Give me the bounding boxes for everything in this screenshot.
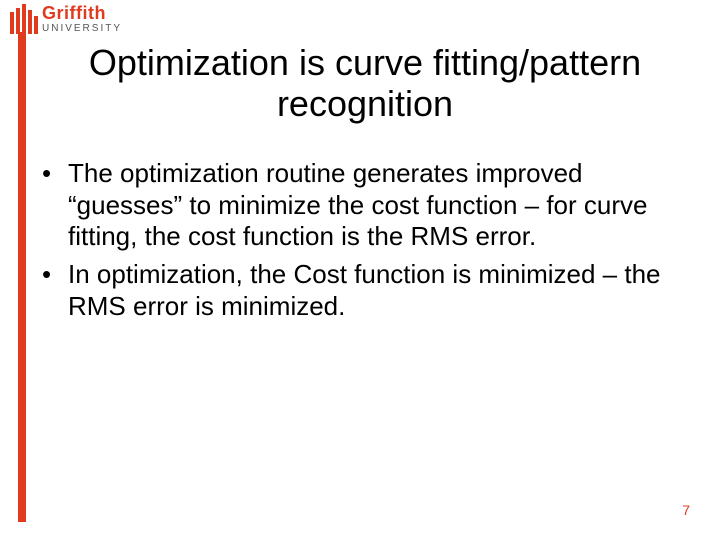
logo-text: Griffith UNIVERSITY [42,4,122,34]
logo-mark-icon [10,4,38,39]
bullet-list: The optimization routine generates impro… [40,158,680,323]
list-item: In optimization, the Cost function is mi… [40,259,680,322]
logo-subname: UNIVERSITY [42,24,122,34]
page-number: 7 [682,502,690,518]
list-item: The optimization routine generates impro… [40,158,680,253]
logo-name: Griffith [42,4,122,22]
university-logo: Griffith UNIVERSITY [10,4,122,39]
slide-body: The optimization routine generates impro… [40,158,680,329]
slide-title: Optimization is curve fitting/pattern re… [40,42,690,125]
accent-bar [18,32,26,522]
slide: Griffith UNIVERSITY Optimization is curv… [0,0,720,540]
